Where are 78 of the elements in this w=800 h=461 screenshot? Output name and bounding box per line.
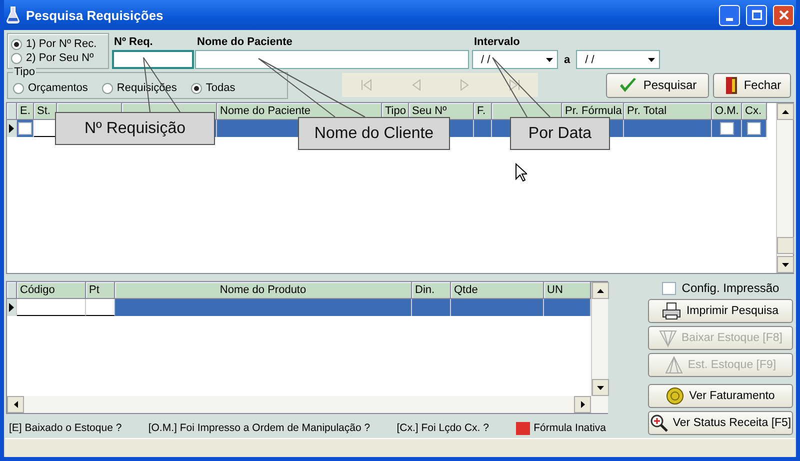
- close-button[interactable]: Fechar: [713, 72, 791, 98]
- horizontal-scrollbar[interactable]: [7, 396, 608, 413]
- start-date-field[interactable]: / /: [472, 50, 558, 69]
- print-config-checkbox[interactable]: [662, 282, 676, 294]
- type-radio[interactable]: Todas: [190, 82, 236, 94]
- row-indicator-icon: [9, 303, 14, 312]
- patient-name-field[interactable]: [195, 50, 469, 69]
- coin-icon: [666, 387, 684, 405]
- cursor-icon: [515, 163, 527, 182]
- field-label: Nome do Paciente: [196, 36, 294, 48]
- end-date-field[interactable]: / /: [576, 50, 660, 69]
- close-button[interactable]: [773, 4, 794, 26]
- scroll-up-icon: [597, 288, 604, 292]
- table-cell: [474, 120, 492, 137]
- field-label: Intervalo: [473, 36, 521, 48]
- action-button[interactable]: Ver Faturamento: [648, 384, 793, 408]
- callout-tooltip: Por Data: [510, 117, 610, 150]
- vertical-scrollbar[interactable]: [591, 282, 608, 396]
- check-icon: [618, 76, 638, 94]
- close-icon: [778, 10, 788, 20]
- date-separator: a: [563, 54, 572, 68]
- scroll-down-icon: [597, 386, 604, 390]
- scroll-right-icon: [580, 401, 584, 408]
- column-header[interactable]: Código: [17, 282, 86, 299]
- maximize-button[interactable]: [746, 4, 767, 26]
- column-header[interactable]: O.M.: [712, 103, 742, 120]
- scroll-down-icon: [782, 262, 789, 266]
- column-header[interactable]: Pt: [86, 282, 115, 299]
- column-header[interactable]: Cx.: [742, 103, 767, 120]
- first-record-icon: [360, 78, 374, 92]
- vertical-scrollbar[interactable]: [776, 103, 793, 273]
- column-header[interactable]: Din.: [412, 282, 451, 299]
- minimize-icon: [726, 18, 733, 20]
- row-indicator[interactable]: [7, 120, 17, 137]
- type-radio[interactable]: Orçamentos: [13, 82, 88, 94]
- column-header[interactable]: Nome do Produto: [115, 282, 412, 299]
- legend-text: Fórmula Inativa: [534, 422, 606, 434]
- row-checkbox[interactable]: [747, 122, 761, 135]
- checkbox-label: Config. Impressão: [682, 281, 780, 295]
- column-header[interactable]: Qtde: [451, 282, 544, 299]
- search-button[interactable]: Pesquisar: [606, 72, 709, 98]
- last-record-icon: [506, 78, 520, 92]
- window-title: Pesquisa Requisições: [26, 8, 164, 22]
- callout-tooltip: Nome do Cliente: [298, 117, 450, 150]
- row-indicator-icon: [9, 124, 14, 133]
- tower-icon: [664, 356, 683, 374]
- scroll-left-icon: [14, 401, 18, 408]
- callout-tooltip: Nº Requisição: [55, 112, 215, 145]
- table-cell: [544, 299, 591, 316]
- column-header[interactable]: UN: [544, 282, 591, 299]
- app-icon: [6, 6, 20, 24]
- legend-text: [Cx.] Foi Lçdo Cx. ?: [396, 422, 489, 434]
- legend-text: [E] Baixado o Estoque ?: [9, 422, 122, 434]
- search-icon: [650, 414, 668, 432]
- next-record-icon: [458, 78, 472, 92]
- maximize-icon: [752, 10, 762, 20]
- request-number-field[interactable]: [112, 50, 194, 69]
- search-mode-radio[interactable]: 2) Por Seu Nº: [11, 52, 105, 64]
- scroll-thumb[interactable]: [777, 237, 794, 254]
- action-button[interactable]: Imprimir Pesquisa: [648, 299, 793, 323]
- field-label: Nº Req.: [113, 36, 154, 48]
- dropdown-arrow-icon: [648, 58, 655, 62]
- search-mode-radio[interactable]: 1) Por Nº Rec.: [11, 38, 105, 50]
- column-header[interactable]: E.: [17, 103, 34, 120]
- row-indicator[interactable]: [7, 299, 17, 316]
- table-cell: [412, 299, 451, 316]
- funnel-icon: [658, 329, 676, 347]
- group-caption: Tipo: [13, 66, 36, 78]
- column-header[interactable]: Pr. Total: [624, 103, 712, 120]
- column-header[interactable]: F.: [474, 103, 492, 120]
- row-checkbox[interactable]: [720, 122, 734, 135]
- scroll-up-icon: [782, 110, 789, 114]
- action-button[interactable]: Ver Status Receita [F5]: [648, 411, 793, 435]
- column-header[interactable]: St.: [34, 103, 57, 120]
- printer-icon: [662, 302, 682, 320]
- minimize-button[interactable]: [719, 4, 740, 26]
- dropdown-arrow-icon: [546, 58, 552, 62]
- legend-text: [O.M.] Foi Impresso a Ordem de Manipulação ?: [148, 422, 370, 434]
